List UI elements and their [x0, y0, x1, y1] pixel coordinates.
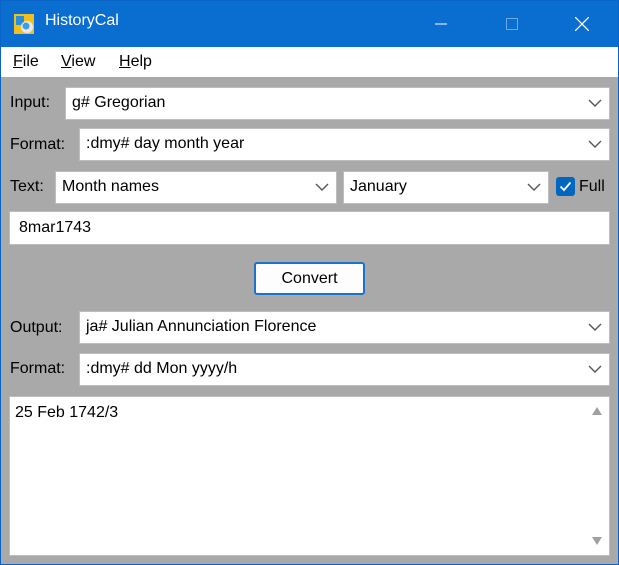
input-format-label: Format: — [10, 136, 66, 153]
output-format-value: :dmy# dd Mon yyyy/h — [86, 360, 238, 377]
title-bar[interactable]: HistoryCal — [1, 1, 618, 47]
scroll-down-icon[interactable] — [591, 536, 603, 546]
app-window: HistoryCal File View Help Input: g# Greg… — [0, 0, 619, 565]
menu-file[interactable]: File — [13, 53, 39, 71]
convert-button-label: Convert — [281, 269, 338, 287]
output-label: Output: — [10, 319, 63, 336]
input-label: Input: — [10, 94, 51, 111]
text-mode-select[interactable]: Month names — [55, 171, 337, 204]
menu-view-label: iew — [71, 53, 96, 70]
date-input[interactable]: 8mar1743 — [9, 211, 610, 245]
chevron-down-icon — [588, 365, 602, 373]
input-format-select[interactable]: :dmy# day month year — [79, 128, 610, 161]
output-calendar-value: ja# Julian Annunciation Florence — [86, 318, 317, 335]
app-icon — [14, 14, 34, 34]
scroll-up-icon[interactable] — [591, 406, 603, 416]
text-label: Text: — [10, 178, 44, 195]
menu-help-label: elp — [130, 53, 152, 70]
output-calendar-select[interactable]: ja# Julian Annunciation Florence — [79, 311, 610, 344]
menu-file-label: ile — [22, 53, 39, 70]
window-title: HistoryCal — [45, 12, 119, 29]
menu-view[interactable]: View — [61, 53, 95, 71]
output-format-label: Format: — [10, 360, 66, 377]
close-icon — [575, 17, 589, 31]
menu-file-accelerator: F — [13, 53, 23, 70]
input-calendar-select[interactable]: g# Gregorian — [65, 87, 610, 120]
vertical-scrollbar[interactable] — [586, 398, 608, 554]
input-format-value: :dmy# day month year — [86, 135, 245, 152]
menu-view-accelerator: V — [61, 53, 72, 70]
chevron-down-icon — [588, 140, 602, 148]
chevron-down-icon — [315, 183, 329, 191]
maximize-button[interactable] — [489, 1, 535, 47]
text-month-select[interactable]: January — [343, 171, 549, 204]
full-label: Full — [579, 178, 605, 195]
text-mode-value: Month names — [62, 178, 159, 195]
output-result-area[interactable]: 25 Feb 1742/3 — [9, 396, 610, 556]
convert-button[interactable]: Convert — [254, 262, 365, 295]
full-checkbox[interactable] — [556, 177, 575, 196]
text-month-value: January — [350, 178, 407, 195]
output-result-text: 25 Feb 1742/3 — [15, 404, 119, 421]
menu-help-accelerator: H — [119, 53, 131, 70]
minimize-icon — [435, 23, 447, 25]
close-button[interactable] — [559, 1, 605, 47]
menu-bar: File View Help — [1, 47, 618, 77]
minimize-button[interactable] — [418, 1, 464, 47]
checkmark-icon — [559, 181, 572, 192]
maximize-icon — [506, 18, 518, 30]
chevron-down-icon — [588, 323, 602, 331]
menu-help[interactable]: Help — [119, 53, 152, 71]
chevron-down-icon — [527, 183, 541, 191]
chevron-down-icon — [588, 99, 602, 107]
output-format-select[interactable]: :dmy# dd Mon yyyy/h — [79, 353, 610, 386]
input-calendar-value: g# Gregorian — [72, 94, 166, 111]
date-input-value: 8mar1743 — [19, 219, 92, 236]
